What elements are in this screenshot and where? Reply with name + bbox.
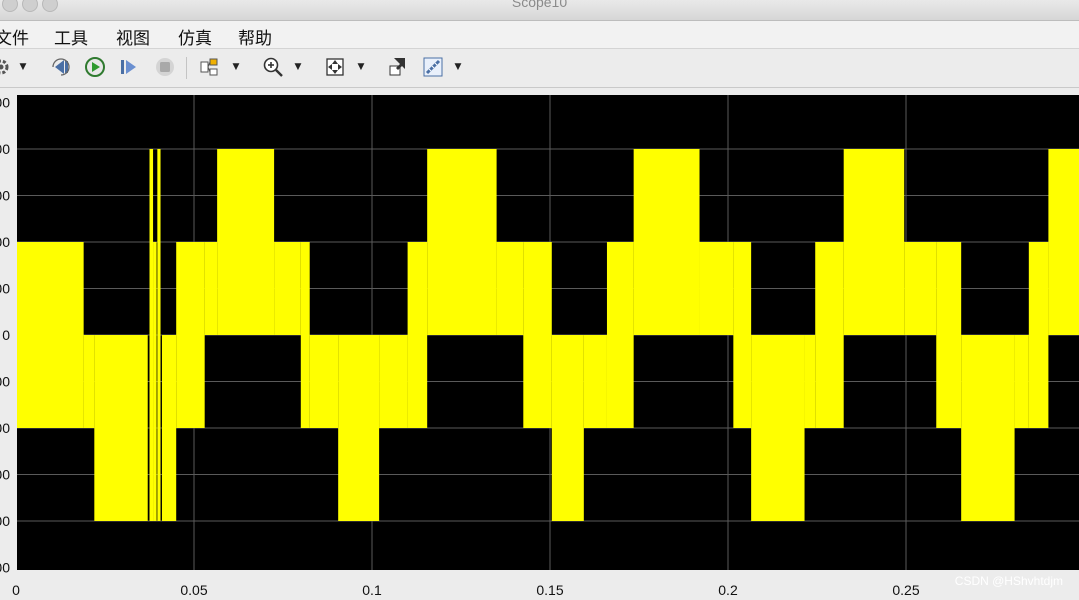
trace-segment bbox=[17, 242, 84, 428]
settings-icon[interactable] bbox=[0, 54, 14, 80]
y-tick-labels: 000000000000000000000 bbox=[0, 95, 10, 576]
step-forward-icon[interactable] bbox=[116, 54, 142, 80]
settings-dropdown-icon[interactable]: ▼ bbox=[18, 59, 28, 75]
step-back-icon[interactable] bbox=[48, 54, 74, 80]
trace-segment bbox=[427, 149, 497, 335]
y-tick-label: 00 bbox=[0, 141, 10, 157]
trace-segment bbox=[633, 149, 700, 335]
window-titlebar[interactable]: Scope10 bbox=[0, 0, 1079, 21]
trace-segment bbox=[379, 335, 408, 428]
scope-plot-area[interactable]: 000000000000000000000 00.050.10.150.20.2… bbox=[0, 88, 1079, 600]
trace-segment bbox=[157, 149, 161, 521]
x-tick-label: 0.15 bbox=[536, 582, 563, 598]
measurements-dropdown-icon[interactable]: ▼ bbox=[453, 59, 463, 75]
toolbar: ▼ ▼ ▼ ▼ ▼ bbox=[0, 49, 1079, 88]
trace-segment bbox=[804, 335, 816, 428]
trace-segment bbox=[149, 149, 154, 521]
y-tick-label: 00 bbox=[0, 234, 10, 250]
y-tick-label: 00 bbox=[0, 467, 10, 483]
zoom-dropdown-icon[interactable]: ▼ bbox=[293, 59, 303, 75]
y-tick-label: 00 bbox=[0, 560, 10, 576]
zoom-in-icon[interactable] bbox=[260, 54, 286, 80]
trace-segment bbox=[733, 242, 752, 428]
y-tick-label: 0 bbox=[2, 327, 10, 343]
y-tick-label: 00 bbox=[0, 95, 10, 111]
window-title: Scope10 bbox=[511, 0, 568, 10]
trace-segment bbox=[161, 335, 177, 521]
trace-segment bbox=[751, 335, 805, 521]
measurements-icon[interactable] bbox=[420, 54, 446, 80]
toolbar-separator bbox=[186, 57, 187, 79]
trace-segment bbox=[274, 242, 301, 335]
trace-segment bbox=[961, 335, 1015, 521]
trace-segment bbox=[309, 335, 339, 428]
menu-file[interactable]: 文件 bbox=[0, 24, 29, 49]
trace-segment bbox=[204, 242, 218, 335]
trace-segment bbox=[551, 335, 584, 521]
trace-segment bbox=[496, 242, 524, 335]
watermark-text: CSDN @HShvhtdjm bbox=[954, 574, 1063, 588]
y-tick-label: 00 bbox=[0, 188, 10, 204]
trace-segment bbox=[843, 149, 905, 335]
menu-tools[interactable]: 工具 bbox=[54, 24, 88, 49]
menubar: 文件 工具 视图 仿真 帮助 bbox=[0, 21, 1079, 49]
trace-segment bbox=[1014, 335, 1029, 428]
x-tick-label: 0 bbox=[12, 582, 20, 598]
trace-segment bbox=[153, 242, 157, 521]
menu-help[interactable]: 帮助 bbox=[238, 24, 272, 49]
trace-segment bbox=[523, 242, 552, 428]
trace-segment bbox=[1028, 242, 1049, 428]
menu-view[interactable]: 视图 bbox=[116, 24, 150, 49]
signal-selector-icon[interactable] bbox=[196, 54, 222, 80]
signal-dropdown-icon[interactable]: ▼ bbox=[231, 59, 241, 75]
y-tick-label: 00 bbox=[0, 374, 10, 390]
trace-segment bbox=[936, 242, 962, 428]
trace-segment bbox=[1048, 149, 1079, 335]
trace-segment bbox=[606, 242, 634, 428]
y-tick-label: 00 bbox=[0, 281, 10, 297]
x-tick-label: 0.2 bbox=[718, 582, 738, 598]
highlight-block-icon[interactable] bbox=[384, 54, 410, 80]
trace-segment bbox=[94, 335, 148, 521]
trace-segment bbox=[83, 335, 95, 428]
trace-segment bbox=[217, 149, 275, 335]
y-tick-label: 00 bbox=[0, 420, 10, 436]
trace-segment bbox=[176, 242, 205, 428]
x-tick-label: 0.05 bbox=[180, 582, 207, 598]
trace-segment bbox=[407, 242, 428, 428]
trace-segment bbox=[300, 242, 310, 428]
trace-segment bbox=[904, 242, 937, 335]
trace-segment bbox=[699, 242, 734, 335]
menu-simulation[interactable]: 仿真 bbox=[178, 24, 212, 49]
stop-icon[interactable] bbox=[152, 54, 178, 80]
trace-segment bbox=[338, 335, 380, 521]
x-tick-labels: 0 0.05 0.1 0.15 0.2 0.25 bbox=[12, 582, 920, 598]
run-icon[interactable] bbox=[82, 54, 108, 80]
trace-segment bbox=[583, 335, 607, 428]
scope-plot[interactable]: 000000000000000000000 00.050.10.150.20.2… bbox=[0, 88, 1079, 600]
fit-to-view-icon[interactable] bbox=[322, 54, 348, 80]
trace-segment bbox=[815, 242, 844, 428]
x-tick-label: 0.25 bbox=[892, 582, 919, 598]
x-tick-label: 0.1 bbox=[362, 582, 382, 598]
y-tick-label: 00 bbox=[0, 513, 10, 529]
fit-dropdown-icon[interactable]: ▼ bbox=[356, 59, 366, 75]
